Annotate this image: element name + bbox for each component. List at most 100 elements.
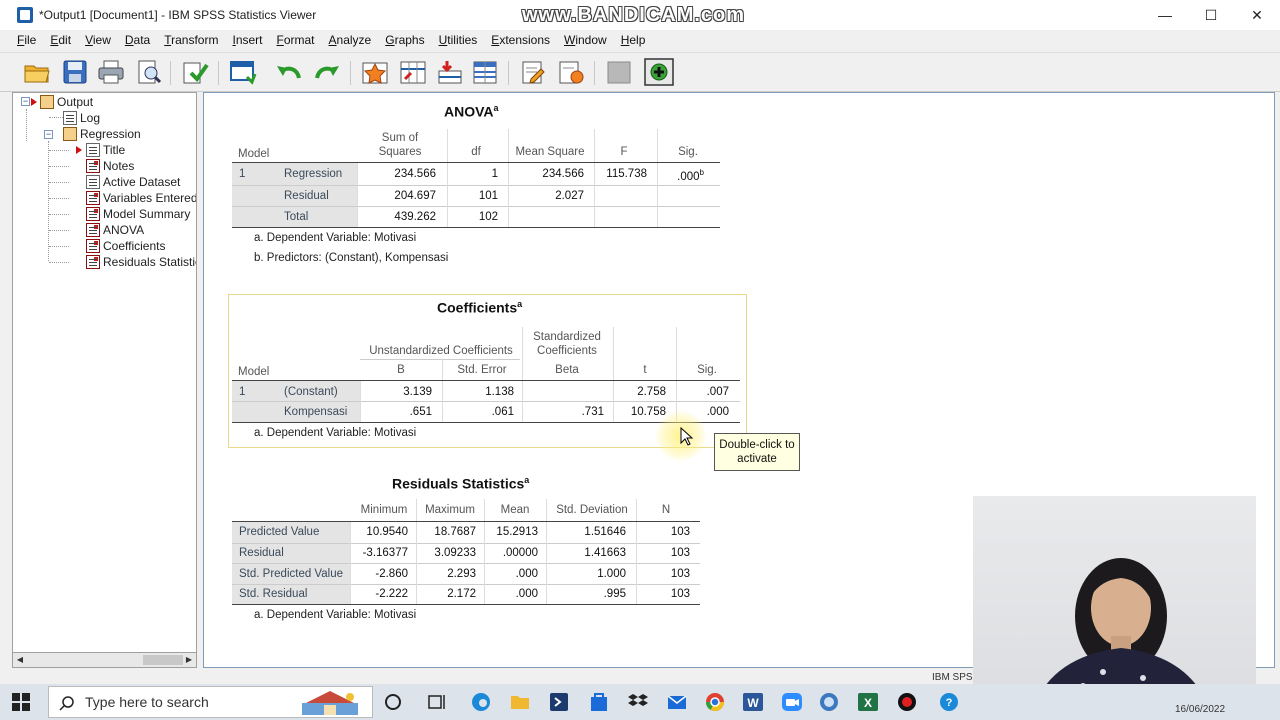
print-icon[interactable] bbox=[96, 57, 126, 87]
table-icon bbox=[86, 239, 100, 253]
zoom-icon[interactable] bbox=[781, 691, 803, 713]
outline-item-coefficients[interactable]: Coefficients bbox=[86, 238, 165, 254]
outline-item-model-summary[interactable]: Model Summary bbox=[86, 206, 190, 222]
undo-icon[interactable] bbox=[274, 57, 304, 87]
outline-item-label: Output bbox=[57, 95, 94, 109]
menu-graphs[interactable]: Graphs bbox=[378, 33, 431, 47]
powershell-icon[interactable] bbox=[548, 691, 570, 713]
add-icon[interactable] bbox=[644, 57, 674, 87]
coef-header-unstandardized: Unstandardized Coefficients bbox=[369, 345, 513, 357]
res-row4-max: 2.172 bbox=[447, 588, 476, 600]
regression-collapse-toggle[interactable]: − bbox=[44, 130, 53, 139]
res-row3-n: 103 bbox=[670, 568, 690, 580]
menu-utilities[interactable]: Utilities bbox=[432, 33, 485, 47]
excel-icon[interactable]: X bbox=[857, 691, 879, 713]
outline-item-title[interactable]: Title bbox=[86, 142, 125, 158]
insert-cases-icon[interactable] bbox=[434, 57, 464, 87]
table-icon bbox=[86, 191, 100, 205]
anova-header-ss-line2: Squares bbox=[378, 146, 422, 158]
res-row1-sd: 1.51646 bbox=[584, 526, 626, 538]
title-bar: *Output1 [Document1] - IBM SPSS Statisti… bbox=[0, 0, 1280, 30]
scroll-right-icon[interactable]: ▶ bbox=[182, 653, 196, 667]
record-icon[interactable] bbox=[896, 691, 918, 713]
edge-icon[interactable] bbox=[470, 691, 492, 713]
maximize-button[interactable]: ☐ bbox=[1188, 0, 1234, 30]
variables-icon[interactable] bbox=[470, 57, 500, 87]
open-icon[interactable] bbox=[22, 57, 52, 87]
menu-data[interactable]: Data bbox=[118, 33, 157, 47]
coef-header-model: Model bbox=[238, 366, 270, 378]
svg-text:X: X bbox=[864, 696, 872, 710]
spss-taskbar-icon[interactable] bbox=[818, 691, 840, 713]
menu-edit[interactable]: Edit bbox=[43, 33, 78, 47]
coef-row2-t: 10.758 bbox=[630, 406, 666, 418]
outline-item-notes[interactable]: Notes bbox=[86, 158, 134, 174]
menu-extensions[interactable]: Extensions bbox=[484, 33, 557, 47]
export-icon[interactable] bbox=[180, 57, 210, 87]
outline-item-variables-entered[interactable]: Variables Entered bbox=[86, 190, 196, 206]
anova-row2-ms: 2.027 bbox=[555, 190, 584, 202]
coef-row2-beta: .731 bbox=[581, 406, 604, 418]
recall-dialog-icon[interactable] bbox=[228, 57, 258, 87]
hide-icon[interactable] bbox=[604, 57, 634, 87]
file-explorer-icon[interactable] bbox=[509, 691, 531, 713]
res-header-min: Minimum bbox=[360, 504, 408, 516]
coef-row2-se: .061 bbox=[491, 406, 514, 418]
show-outline-icon[interactable] bbox=[518, 57, 548, 87]
coef-row1-sig: .007 bbox=[706, 386, 729, 398]
anova-header-ss-line1: Sum of bbox=[381, 132, 419, 144]
coef-row1-t: 2.758 bbox=[637, 386, 666, 398]
outline-item-label: Notes bbox=[103, 159, 135, 173]
windows-start-icon[interactable] bbox=[12, 693, 30, 711]
taskbar-date: 16/06/2022 bbox=[1175, 704, 1226, 715]
store-icon[interactable] bbox=[588, 691, 610, 713]
log-icon bbox=[63, 111, 77, 125]
minimize-button[interactable]: — bbox=[1142, 0, 1188, 30]
goto-variable-icon[interactable] bbox=[398, 57, 428, 87]
outline-item-residuals-statistics[interactable]: Residuals Statistics bbox=[86, 254, 197, 270]
print-preview-icon[interactable] bbox=[134, 57, 164, 87]
task-view-icon[interactable] bbox=[426, 691, 448, 713]
res-row1-n: 103 bbox=[670, 526, 690, 538]
notes-icon bbox=[86, 159, 100, 173]
output-collapse-toggle[interactable]: − bbox=[21, 97, 30, 106]
outline-item-label: Coefficients bbox=[103, 239, 166, 253]
scroll-left-icon[interactable]: ◀ bbox=[13, 653, 27, 667]
word-icon[interactable]: W bbox=[742, 691, 764, 713]
designate-window-icon[interactable] bbox=[556, 57, 586, 87]
cortana-icon[interactable] bbox=[382, 691, 404, 713]
menu-format[interactable]: Format bbox=[270, 33, 322, 47]
outline-horizontal-scrollbar[interactable]: ◀ ▶ bbox=[12, 652, 197, 668]
taskbar-search-box[interactable]: Type here to search bbox=[48, 686, 373, 718]
save-icon[interactable] bbox=[60, 57, 90, 87]
menu-view[interactable]: View bbox=[78, 33, 118, 47]
anova-row2-label: Residual bbox=[284, 190, 329, 202]
close-button[interactable]: ✕ bbox=[1234, 0, 1280, 30]
outline-item-label: Residuals Statistics bbox=[103, 255, 197, 269]
menu-file[interactable]: File bbox=[10, 33, 43, 47]
menu-insert[interactable]: Insert bbox=[225, 33, 269, 47]
help-icon[interactable]: ? bbox=[938, 691, 960, 713]
dropbox-icon[interactable] bbox=[627, 691, 649, 713]
menu-help[interactable]: Help bbox=[614, 33, 653, 47]
res-row4-min: -2.222 bbox=[375, 588, 408, 600]
outline-item-regression[interactable]: Regression bbox=[63, 126, 141, 142]
anova-row2-df: 101 bbox=[478, 190, 498, 202]
outline-item-log[interactable]: Log bbox=[63, 110, 100, 126]
current-item-arrow-icon bbox=[76, 146, 82, 154]
chrome-icon[interactable] bbox=[704, 691, 726, 713]
menu-analyze[interactable]: Analyze bbox=[322, 33, 379, 47]
outline-item-label: Model Summary bbox=[103, 207, 191, 221]
redo-icon[interactable] bbox=[312, 57, 342, 87]
menu-transform[interactable]: Transform bbox=[157, 33, 225, 47]
menu-window[interactable]: Window bbox=[557, 33, 614, 47]
outline-item-anova[interactable]: ANOVA bbox=[86, 222, 144, 238]
anova-title: ANOVAa bbox=[444, 103, 499, 120]
outline-item-label: Log bbox=[80, 111, 101, 125]
presenter-video-icon bbox=[1033, 558, 1209, 708]
outline-item-active-dataset[interactable]: Active Dataset bbox=[86, 174, 180, 190]
goto-data-icon[interactable] bbox=[360, 57, 390, 87]
scrollbar-thumb[interactable] bbox=[143, 655, 183, 665]
mail-icon[interactable] bbox=[666, 691, 688, 713]
outline-item-output[interactable]: Output bbox=[40, 94, 93, 110]
